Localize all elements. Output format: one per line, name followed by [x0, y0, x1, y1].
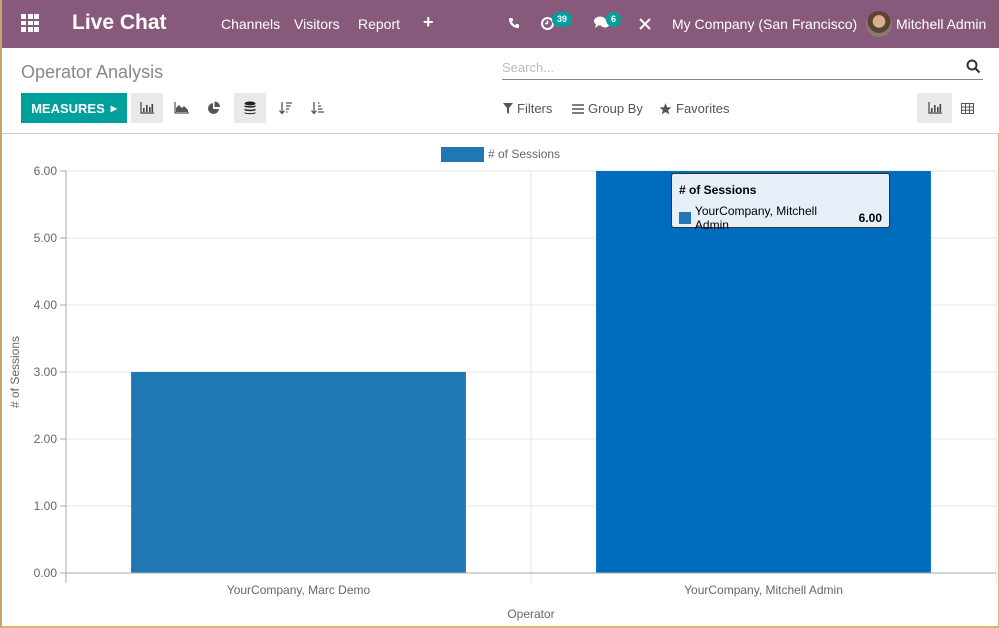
- sort-ascending-button[interactable]: [302, 93, 334, 123]
- tooltip-swatch: [679, 212, 691, 224]
- tooltip-title: # of Sessions: [679, 183, 757, 197]
- stacked-button[interactable]: [234, 93, 266, 123]
- measures-label: MEASURES: [31, 100, 105, 116]
- apps-menu-icon[interactable]: [21, 14, 39, 32]
- filters-button[interactable]: Filters: [503, 101, 552, 116]
- graph-view-button[interactable]: [917, 93, 952, 123]
- star-icon: [659, 102, 672, 114]
- plus-icon[interactable]: +: [423, 12, 434, 33]
- favorites-label: Favorites: [676, 101, 730, 116]
- y-tick-label: 1.00: [34, 499, 58, 513]
- company-switcher[interactable]: My Company (San Francisco): [672, 16, 857, 32]
- sort-descending-icon: [279, 102, 292, 115]
- menu-channels[interactable]: Channels: [221, 16, 280, 32]
- group-by-label: Group By: [588, 101, 643, 116]
- line-chart-button[interactable]: [165, 93, 197, 123]
- filters-label: Filters: [517, 101, 553, 116]
- app-name: Live Chat: [72, 11, 167, 34]
- filter-icon: [503, 103, 513, 114]
- user-menu[interactable]: Mitchell Admin: [896, 16, 986, 32]
- bar-chart-icon: [140, 102, 154, 114]
- chart-tooltip: # of Sessions YourCompany, Mitchell Admi…: [671, 173, 890, 232]
- bar-chart-icon: [927, 102, 942, 114]
- chart-legend: # of Sessions: [441, 147, 560, 162]
- tooltip-value: 6.00: [858, 211, 882, 225]
- y-tick-label: 5.00: [34, 231, 58, 245]
- tooltip-label: YourCompany, Mitchell Admin: [694, 204, 817, 232]
- pivot-view-button[interactable]: [950, 93, 985, 123]
- search-bar: [502, 56, 983, 80]
- x-tick-label: YourCompany, Mitchell Admin: [684, 583, 843, 597]
- control-panel: Operator Analysis MEASURES ▶ Filters Gro…: [2, 48, 999, 134]
- y-tick-label: 6.00: [34, 164, 58, 178]
- bar-chart-button[interactable]: [131, 93, 163, 123]
- menu-report[interactable]: Report: [358, 16, 400, 32]
- debug-tools-icon[interactable]: [638, 17, 652, 31]
- x-axis-label: Operator: [507, 607, 554, 621]
- legend-swatch[interactable]: [441, 147, 484, 162]
- bar[interactable]: [131, 372, 466, 573]
- search-input[interactable]: [502, 56, 942, 78]
- group-by-button[interactable]: Group By: [572, 101, 643, 116]
- y-tick-label: 2.00: [34, 432, 58, 446]
- pie-chart-icon: [208, 101, 220, 114]
- legend-label[interactable]: # of Sessions: [488, 147, 560, 161]
- caret-right-icon: ▶: [110, 103, 117, 113]
- sort-ascending-icon: [311, 102, 324, 115]
- sort-descending-button[interactable]: [270, 93, 302, 123]
- area-chart-icon: [173, 102, 189, 114]
- x-tick-label: YourCompany, Marc Demo: [227, 583, 371, 597]
- user-avatar[interactable]: [866, 11, 892, 37]
- bars-icon: [572, 103, 584, 114]
- activity-badge: 39: [552, 12, 573, 27]
- search-icon[interactable]: [966, 59, 981, 74]
- favorites-button[interactable]: Favorites: [659, 101, 729, 116]
- page-title: Operator Analysis: [21, 62, 164, 82]
- menu-visitors[interactable]: Visitors: [294, 16, 340, 32]
- messages-badge: 6: [606, 12, 622, 27]
- y-tick-label: 3.00: [34, 365, 58, 379]
- y-axis-label: # of Sessions: [8, 336, 22, 408]
- database-stack-icon: [244, 101, 256, 115]
- phone-icon[interactable]: [508, 17, 520, 29]
- chart-area: 0.00 1.00 2.00 3.00 4.00 5.00 6.00 YourCompany,…: [2, 135, 999, 626]
- measures-button[interactable]: MEASURES ▶: [21, 93, 127, 123]
- top-navbar: Live Chat Channels Visitors Report + 39 …: [2, 0, 999, 48]
- y-tick-label: 4.00: [34, 298, 58, 312]
- table-icon: [961, 102, 974, 114]
- pie-chart-button[interactable]: [198, 93, 230, 123]
- y-tick-label: 0.00: [34, 566, 58, 580]
